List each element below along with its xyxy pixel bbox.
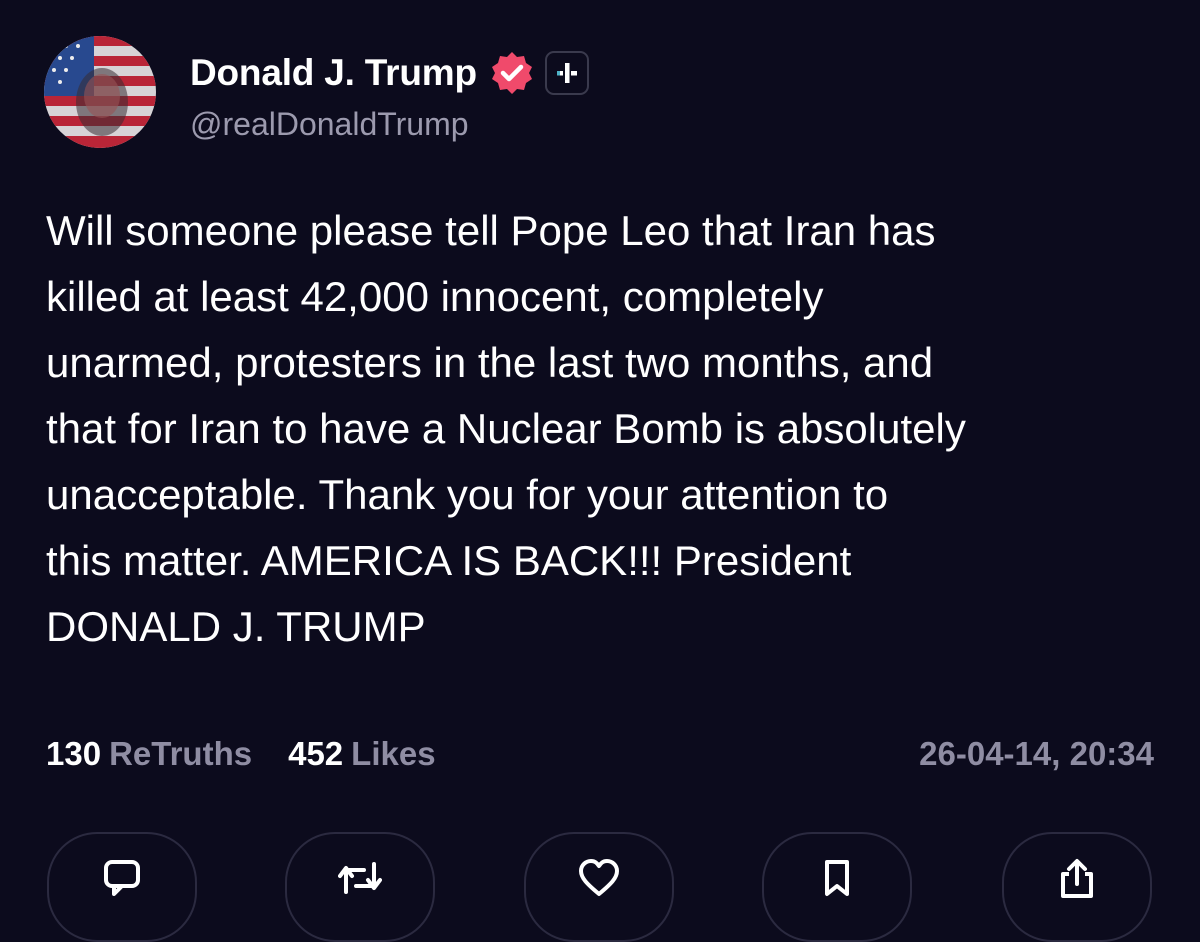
bookmark-icon — [825, 860, 849, 896]
post-text-line: unacceptable. Thank you for your attenti… — [46, 471, 889, 518]
verified-badge-icon — [489, 50, 535, 96]
share-button[interactable] — [1002, 832, 1152, 942]
author-name-row: Donald J. Trump — [190, 48, 589, 98]
likes-stat[interactable]: 452 Likes — [288, 735, 435, 773]
post-text-line: unarmed, protesters in the last two mont… — [46, 339, 934, 386]
like-button[interactable] — [524, 832, 674, 942]
post-timestamp: 26-04-14, 20:34 — [919, 735, 1154, 772]
action-bar — [0, 832, 1200, 942]
retruth-button[interactable] — [285, 832, 435, 942]
retruths-stat[interactable]: 130 ReTruths — [46, 735, 252, 773]
share-icon — [1061, 859, 1093, 898]
post-text-line: Will someone please tell Pope Leo that I… — [46, 207, 936, 254]
likes-count: 452 — [288, 735, 344, 772]
heart-icon — [579, 859, 619, 896]
post-stats: 130 ReTruths 452 Likes — [46, 730, 472, 778]
post-text: Will someone please tell Pope Leo that I… — [46, 198, 1166, 660]
truth-post: Donald J. Trump @realDonaldTrump Will so… — [0, 0, 1200, 942]
repost-icon — [338, 862, 382, 894]
likes-label: Likes — [351, 735, 436, 772]
author-display-name[interactable]: Donald J. Trump — [190, 52, 477, 94]
avatar[interactable] — [44, 36, 156, 148]
retruths-count: 130 — [46, 735, 102, 772]
bookmark-button[interactable] — [762, 832, 912, 942]
reply-button[interactable] — [47, 832, 197, 942]
avatar-image — [44, 36, 156, 148]
post-text-line: killed at least 42,000 innocent, complet… — [46, 273, 824, 320]
post-text-line: this matter. AMERICA IS BACK!!! Presiden… — [46, 537, 852, 584]
post-text-line: DONALD J. TRUMP — [46, 603, 426, 650]
plus-badge-icon — [544, 51, 589, 95]
post-text-line: that for Iran to have a Nuclear Bomb is … — [46, 405, 966, 452]
author-handle[interactable]: @realDonaldTrump — [190, 106, 469, 143]
retruths-label: ReTruths — [109, 735, 253, 772]
comment-icon — [104, 860, 140, 896]
